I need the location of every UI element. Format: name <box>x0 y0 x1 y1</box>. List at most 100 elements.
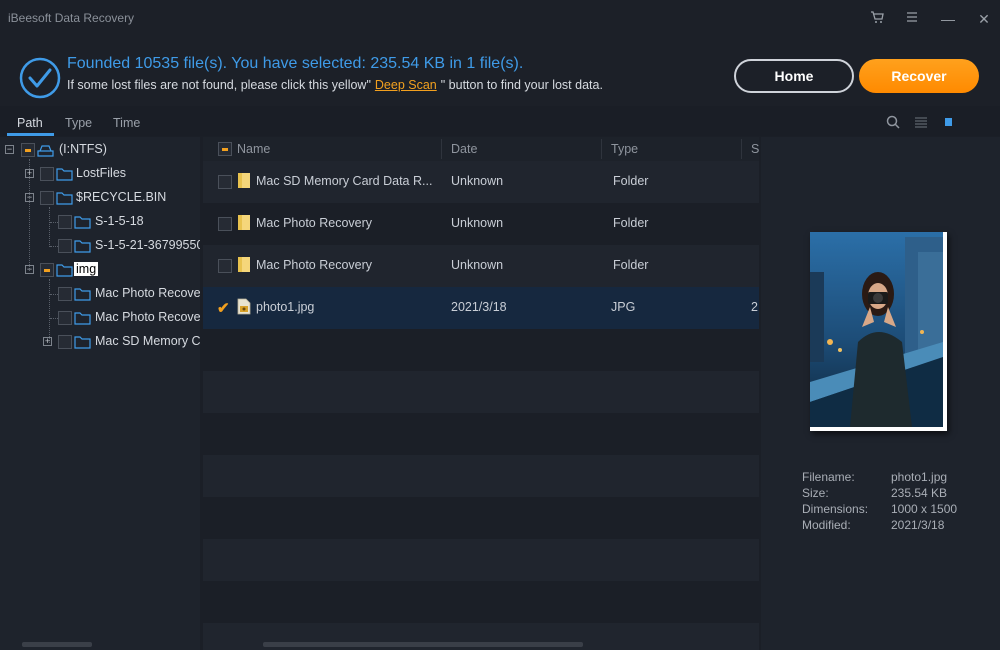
drive-icon <box>37 145 54 157</box>
table-row[interactable]: Mac Photo Recovery Unknown Folder <box>203 203 759 245</box>
tree-item-mac-sd-memory[interactable]: + Mac SD Memory Card Data Recovery <box>0 331 200 353</box>
file-date: 2021/3/18 <box>451 300 507 314</box>
tree-item-img[interactable]: − img <box>0 259 200 281</box>
tab-time[interactable]: Time <box>113 116 140 130</box>
minimize-icon[interactable]: — <box>938 9 958 29</box>
image-file-icon <box>237 298 251 315</box>
cart-icon[interactable] <box>867 9 887 29</box>
file-list-header: Name Date Type S <box>203 137 759 161</box>
scan-summary-header: Founded 10535 file(s). You have selected… <box>0 38 1000 106</box>
tree-item-mac-photo-recovery[interactable]: Mac Photo Recovery <box>0 283 200 305</box>
tab-type[interactable]: Type <box>65 116 92 130</box>
tree-item-s-1-5-18[interactable]: S-1-5-18 <box>0 211 200 233</box>
collapse-toggle[interactable]: − <box>5 145 14 154</box>
meta-value: 235.54 KB <box>891 486 948 500</box>
tree-item-mac-photo-recovery[interactable]: Mac Photo Recovery <box>0 307 200 329</box>
folder-icon <box>74 288 91 301</box>
file-date: Unknown <box>451 216 504 230</box>
tree-checkbox[interactable] <box>40 167 54 181</box>
tree-checkbox[interactable] <box>58 311 72 325</box>
file-name: Mac SD Memory Card Data R... <box>256 174 433 188</box>
meta-label: Modified: <box>802 518 851 532</box>
list-view-icon[interactable] <box>914 115 928 129</box>
table-row[interactable]: Mac Photo Recovery Unknown Folder <box>203 245 759 287</box>
folder-icon <box>74 336 91 349</box>
tree-checkbox[interactable] <box>58 215 72 229</box>
row-checkbox[interactable] <box>218 217 232 231</box>
column-header-name[interactable]: Name <box>237 142 270 156</box>
table-row-selected[interactable]: ✔ photo1.jpg 2021/3/18 JPG 2 <box>203 287 759 329</box>
photo-preview-image <box>810 232 943 427</box>
table-row[interactable]: Mac SD Memory Card Data R... Unknown Fol… <box>203 161 759 203</box>
tree-item-s-1-5-21[interactable]: S-1-5-21-36799550 <box>0 235 200 257</box>
home-button[interactable]: Home <box>734 59 854 93</box>
folder-file-icon <box>238 215 250 230</box>
file-list: Name Date Type S Mac SD Memory Card Data… <box>203 137 759 650</box>
tree-item-label: img <box>74 262 99 276</box>
tree-checkbox[interactable] <box>58 287 72 301</box>
file-type: JPG <box>611 300 636 314</box>
empty-row <box>203 539 759 581</box>
collapse-toggle[interactable]: − <box>25 193 34 202</box>
deep-scan-link[interactable]: Deep Scan <box>375 78 437 92</box>
hint-suffix: " button to find your lost data. <box>440 78 603 92</box>
column-divider[interactable] <box>441 139 442 159</box>
file-date: Unknown <box>451 258 504 272</box>
tree-item-lostfiles[interactable]: + LostFiles <box>0 163 200 185</box>
list-horizontal-scrollbar[interactable] <box>263 642 583 647</box>
tree-item-drive[interactable]: − (I:NTFS) <box>0 139 200 161</box>
tree-checkbox[interactable] <box>40 191 54 205</box>
tree-item-label: LostFiles <box>76 166 127 180</box>
tree-item-recycle-bin[interactable]: − $RECYCLE.BIN <box>0 187 200 209</box>
column-divider[interactable] <box>741 139 742 159</box>
folder-icon <box>74 240 91 253</box>
expand-toggle[interactable]: + <box>43 337 52 346</box>
thumbnail-view-icon[interactable] <box>942 115 956 129</box>
partial-indicator <box>222 148 228 151</box>
tree-checkbox[interactable] <box>21 143 35 157</box>
close-icon[interactable]: ✕ <box>974 9 994 29</box>
app-title: iBeesoft Data Recovery <box>8 11 135 25</box>
tab-path[interactable]: Path <box>17 116 43 130</box>
file-name: Mac Photo Recovery <box>256 258 373 272</box>
file-type: Folder <box>613 174 649 188</box>
collapse-toggle[interactable]: − <box>25 265 34 274</box>
deep-scan-hint: If some lost files are not found, please… <box>67 78 603 92</box>
meta-label: Filename: <box>802 470 855 484</box>
row-checkbox[interactable] <box>218 175 232 189</box>
folder-tree: − (I:NTFS) + LostFiles − $RECYCLE.BIN S-… <box>0 137 200 650</box>
recover-button[interactable]: Recover <box>859 59 979 93</box>
folder-icon <box>56 264 73 277</box>
tree-connector <box>50 222 58 223</box>
column-divider[interactable] <box>601 139 602 159</box>
file-type: Folder <box>613 216 649 230</box>
row-checkbox[interactable] <box>218 259 232 273</box>
expand-toggle[interactable]: + <box>25 169 34 178</box>
preview-thumbnail <box>810 232 947 431</box>
folder-file-icon <box>238 257 250 272</box>
meta-value: 2021/3/18 <box>891 518 945 532</box>
folder-icon <box>56 192 73 205</box>
folder-icon <box>74 312 91 325</box>
empty-row <box>203 455 759 497</box>
tree-item-label: Mac Photo Recovery <box>95 310 200 324</box>
tree-checkbox[interactable] <box>58 335 72 349</box>
empty-row <box>203 371 759 413</box>
column-header-type[interactable]: Type <box>611 142 638 156</box>
tree-checkbox[interactable] <box>58 239 72 253</box>
tree-connector <box>50 246 58 247</box>
hint-prefix: If some lost files are not found, please… <box>67 78 371 92</box>
select-all-checkbox[interactable] <box>218 142 232 156</box>
folder-file-icon <box>238 173 250 188</box>
menu-icon[interactable] <box>902 9 922 29</box>
tree-horizontal-scrollbar[interactable] <box>22 642 92 647</box>
meta-value: photo1.jpg <box>891 470 948 484</box>
tree-item-label: $RECYCLE.BIN <box>76 190 167 204</box>
column-header-size[interactable]: S <box>751 142 759 156</box>
row-checked-icon[interactable]: ✔ <box>217 299 230 317</box>
column-header-date[interactable]: Date <box>451 142 477 156</box>
search-icon[interactable] <box>886 115 900 129</box>
tree-checkbox[interactable] <box>40 263 54 277</box>
file-type: Folder <box>613 258 649 272</box>
view-tabs: Path Type Time <box>0 106 1000 136</box>
